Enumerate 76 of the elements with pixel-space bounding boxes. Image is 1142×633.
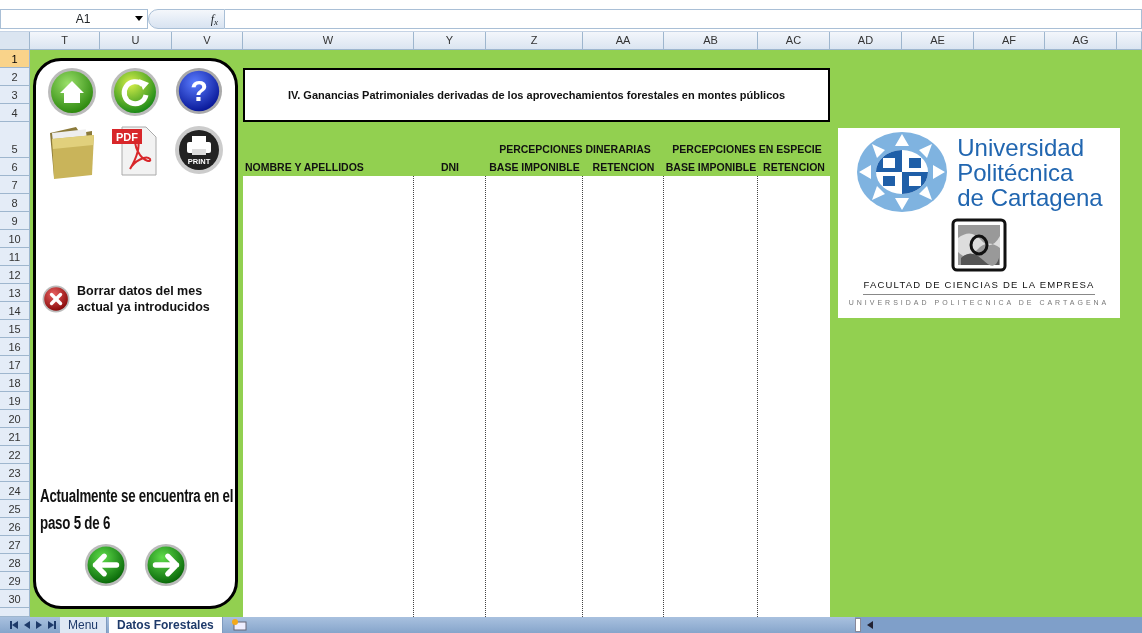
insert-function-button[interactable]: f$_{x}$: [148, 9, 225, 29]
group-header: PERCEPCIONES DINERARIAS: [499, 143, 651, 156]
column-heading: DNI: [440, 161, 460, 174]
row-header[interactable]: 2: [0, 68, 30, 86]
new-sheet-icon[interactable]: [230, 619, 247, 631]
row-header[interactable]: 15: [0, 320, 30, 338]
column-header[interactable]: T: [30, 32, 100, 50]
row-header[interactable]: 14: [0, 302, 30, 320]
row-header[interactable]: 13: [0, 284, 30, 302]
formula-input[interactable]: [225, 9, 1142, 29]
column-header[interactable]: AE: [902, 32, 974, 50]
row-header[interactable]: 4: [0, 104, 30, 122]
row-header[interactable]: 22: [0, 446, 30, 464]
row-header[interactable]: 3: [0, 86, 30, 104]
horizontal-scrollbar[interactable]: [855, 617, 1142, 633]
home-icon[interactable]: [46, 67, 97, 117]
column-heading: BASE IMPONIBLE: [489, 161, 580, 174]
last-sheet-icon[interactable]: [48, 621, 56, 629]
row-header[interactable]: 20: [0, 410, 30, 428]
row-header[interactable]: 5: [0, 122, 30, 158]
clear-data-button[interactable]: Borrar datos del mes actual ya introducidos: [76, 282, 231, 316]
university-name-line: Politécnica: [957, 159, 1075, 185]
column-header[interactable]: Y: [414, 32, 486, 50]
dropdown-icon[interactable]: [135, 16, 143, 22]
column-header[interactable]: V: [172, 32, 243, 50]
sheet-tab[interactable]: Datos Forestales: [109, 617, 223, 633]
column-heading: NOMBRE Y APELLIDOS: [245, 161, 364, 174]
row-header[interactable]: 19: [0, 392, 30, 410]
column-header[interactable]: Z: [486, 32, 583, 50]
row-header[interactable]: 12: [0, 266, 30, 284]
row-header[interactable]: 6: [0, 158, 30, 176]
row-header[interactable]: 24: [0, 482, 30, 500]
column-header[interactable]: AC: [758, 32, 830, 50]
row-header[interactable]: 21: [0, 428, 30, 446]
row-header[interactable]: 28: [0, 554, 30, 572]
row-header[interactable]: 7: [0, 176, 30, 194]
faculty-name: FACULTAD DE CIENCIAS DE LA EMPRESA: [863, 278, 1095, 296]
column-header[interactable]: AD: [830, 32, 902, 50]
row-header[interactable]: 18: [0, 374, 30, 392]
previous-sheet-icon[interactable]: [24, 621, 30, 629]
university-name-line: de Cartagena: [957, 184, 1103, 210]
step-indicator-text: Actualmente se encuentra en el paso 5 de 6: [40, 485, 234, 535]
name-box[interactable]: A1: [0, 9, 148, 29]
column-header[interactable]: U: [100, 32, 172, 50]
column-header[interactable]: AA: [583, 32, 664, 50]
row-header[interactable]: 23: [0, 464, 30, 482]
next-sheet-icon[interactable]: [36, 621, 42, 629]
scroll-left-icon[interactable]: [867, 621, 873, 629]
row-header[interactable]: 8: [0, 194, 30, 212]
title-text: IV. Ganancias Patrimoniales derivadas de los aprovechamientos forestales en montes públicos: [287, 87, 786, 103]
row-header[interactable]: 9: [0, 212, 30, 230]
row-header[interactable]: 25: [0, 500, 30, 518]
sheet-tab[interactable]: Menu: [60, 617, 108, 633]
help-icon[interactable]: ?: [175, 67, 224, 115]
column-header[interactable]: AB: [664, 32, 758, 50]
column-heading: RETENCION: [592, 161, 655, 174]
column-heading: RETENCION: [763, 161, 825, 174]
first-sheet-icon[interactable]: [10, 621, 18, 629]
row-header[interactable]: 29: [0, 572, 30, 590]
row-header[interactable]: 27: [0, 536, 30, 554]
column-heading: BASE IMPONIBLE: [665, 161, 757, 174]
group-header: PERCEPCIONES EN ESPECIE: [672, 143, 822, 156]
university-name-line: Universidad: [957, 134, 1085, 160]
row-header[interactable]: 26: [0, 518, 30, 536]
row-header[interactable]: 30: [0, 590, 30, 608]
column-header[interactable]: W: [243, 32, 414, 50]
row-header[interactable]: 11: [0, 248, 30, 266]
refresh-icon[interactable]: [110, 67, 161, 117]
column-header[interactable]: AF: [974, 32, 1045, 50]
row-header[interactable]: 16: [0, 338, 30, 356]
row-header[interactable]: 1: [0, 50, 30, 68]
row-header[interactable]: 17: [0, 356, 30, 374]
row-header[interactable]: 10: [0, 230, 30, 248]
scroll-thumb[interactable]: [855, 618, 861, 632]
column-header[interactable]: AG: [1045, 32, 1117, 50]
faculty-emblem-icon: [951, 218, 1007, 272]
